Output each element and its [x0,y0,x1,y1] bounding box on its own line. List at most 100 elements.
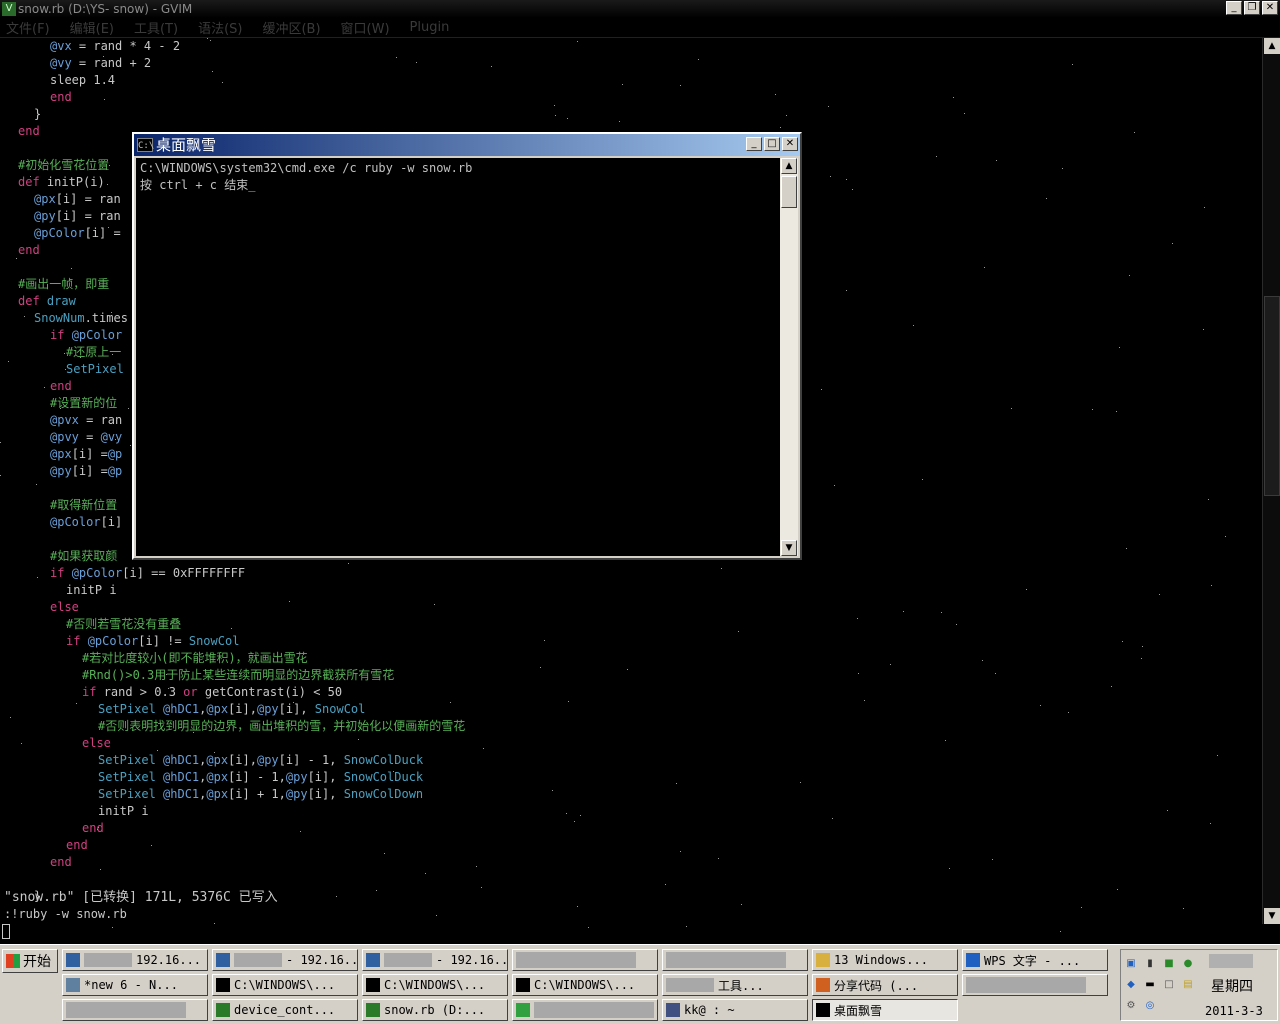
redacted-block [84,953,132,967]
code-token: SetPixel [98,787,164,801]
taskbar-button[interactable]: snow.rb (D:... [362,999,508,1021]
code-token: #否则若雪花没有重叠 [66,617,182,631]
code-token: [i], [307,787,344,801]
code-token: @pvy [50,430,79,444]
taskbar-button[interactable] [62,999,208,1021]
vim-icon [216,1003,230,1017]
taskbar-button[interactable] [962,974,1108,996]
taskbar-button[interactable]: *new 6 - N... [62,974,208,996]
code-token: [i] = [71,464,108,478]
cmd-maximize-button[interactable]: □ [764,137,780,151]
taskbar-button[interactable] [662,949,808,971]
notepad-icon [66,978,80,992]
code-token: SnowColDuck [343,770,424,784]
cmd-minimize-button[interactable]: _ [746,137,762,151]
code-line: end [18,242,40,259]
menu-item[interactable]: 窗口(W) [341,18,390,37]
menu-item[interactable]: 缓冲区(B) [262,18,320,37]
taskbar-button[interactable]: 13 Windows... [812,949,958,971]
code-line: @pColor[i] = [34,225,121,242]
code-token: @py [256,702,279,716]
cmd-icon[interactable]: C:\ [137,138,154,152]
code-line: #画出一帧，即重 [18,276,109,293]
scrollbar-thumb[interactable] [1264,296,1280,496]
gear-icon[interactable]: ⚙ [1123,998,1139,1014]
gvim-window-controls: _ ❐ ✕ [1226,1,1278,15]
shield-icon[interactable]: ◆ [1123,977,1139,993]
code-token: getContrast(i) < 50 [204,685,343,699]
gvim-titlebar[interactable]: V snow.rb (D:\YS- snow) - GVIM _ ❐ ✕ [0,0,1280,18]
minimize-button[interactable]: _ [1226,1,1242,15]
start-button[interactable]: 开始 [2,949,58,973]
clock-date[interactable]: 2011-3-3 [1205,1004,1263,1018]
code-token: @pColor [50,515,101,529]
taskbar-button[interactable]: C:\WINDOWS\... [362,974,508,996]
vim-status-message: "snow.rb" [已转换] 171L, 5376C 已写入 [4,890,278,905]
cmd-window-titlebar[interactable]: C:\ 桌面飘雪 _ □ ✕ [134,134,800,156]
menu-item[interactable]: 文件(F) [6,18,50,37]
taskbar-button[interactable]: 工具... [662,974,808,996]
window-icon[interactable]: □ [1161,977,1177,993]
taskbar-button[interactable]: 分享代码 (... [812,974,958,996]
volume-icon[interactable]: ▮ [1142,956,1158,972]
scroll-up-arrow[interactable]: ▲ [781,158,797,174]
monitor-icon[interactable]: ▬ [1142,977,1158,993]
code-line: if rand > 0.3 or getContrast(i) < 50 [82,684,342,701]
menu-item[interactable]: 编辑(E) [70,18,114,37]
close-button[interactable]: ✕ [1262,1,1278,15]
taskbar-button[interactable]: 192.16... [62,949,208,971]
code-token: = rand + 2 [71,56,152,70]
taskbar-button[interactable]: - 192.16... [362,949,508,971]
taskbar-button[interactable]: C:\WINDOWS\... [512,974,658,996]
taskbar-button[interactable] [512,949,658,971]
taskbar-button[interactable]: kk@ : ~ [662,999,808,1021]
cmd-icon [216,978,230,992]
code-token: rand > 0.3 [103,685,184,699]
network-icon[interactable]: ▣ [1123,956,1139,972]
code-token: [i], [307,770,344,784]
code-line: sleep 1.4 [50,72,115,89]
code-line: @py[i] =@p [50,463,122,480]
vim-icon [366,1003,380,1017]
menu-item[interactable]: 语法(S) [198,18,242,37]
cmd-close-button[interactable]: ✕ [782,137,798,151]
info-icon[interactable]: ◎ [1142,998,1158,1014]
taskbar-button[interactable]: C:\WINDOWS\... [212,974,358,996]
printer-icon[interactable]: ▤ [1180,977,1196,993]
menu-item[interactable]: Plugin [410,20,450,35]
gvim-app-icon[interactable]: V [2,2,16,16]
menu-item[interactable]: 工具(T) [134,18,178,37]
code-token: end [82,821,104,835]
taskbar-button[interactable]: 桌面飘雪 [812,999,958,1021]
vim-command-line[interactable]: :!ruby -w snow.rb [4,906,127,923]
taskbar-button[interactable]: WPS 文字 - ... [962,949,1108,971]
code-token: #取得新位置 [50,498,118,512]
gvim-menubar: 文件(F) 编辑(E) 工具(T) 语法(S) 缓冲区(B) 窗口(W) Plugin [0,18,1280,38]
restore-button[interactable]: ❐ [1244,1,1260,15]
code-line: else [50,599,79,616]
code-token: [i] = [84,226,121,240]
taskbar-button[interactable]: - 192.16... [212,949,358,971]
cmd-window[interactable]: C:\ 桌面飘雪 _ □ ✕ C:\WINDOWS\system32\cmd.e… [132,132,802,560]
code-line: SetPixel [66,361,124,378]
code-line: #如果获取颜 [50,548,117,565]
scrollbar-thumb[interactable] [781,176,797,208]
code-token: end [50,90,72,104]
code-token: end [50,379,72,393]
taskbar-button[interactable] [512,999,658,1021]
refresh-icon[interactable]: ● [1180,956,1196,972]
cmd-icon [816,1003,830,1017]
code-token: @px [206,787,229,801]
code-token: if [66,634,88,648]
green-status-icon[interactable]: ■ [1161,956,1177,972]
cmd-window-title: 桌面飘雪 [156,136,217,154]
cmd-scrollbar[interactable]: ▲ ▼ [780,158,798,556]
scroll-down-arrow[interactable]: ▼ [781,540,797,556]
editor-scrollbar[interactable]: ▲ ▼ [1262,38,1280,924]
code-token: SnowColDuck [343,753,424,767]
code-token: or [183,685,205,699]
taskbar-button[interactable]: device_cont... [212,999,358,1021]
scroll-up-arrow[interactable]: ▲ [1264,38,1280,54]
cmd-console-output[interactable]: C:\WINDOWS\system32\cmd.exe /c ruby -w s… [136,158,780,556]
scroll-down-arrow[interactable]: ▼ [1264,908,1280,924]
